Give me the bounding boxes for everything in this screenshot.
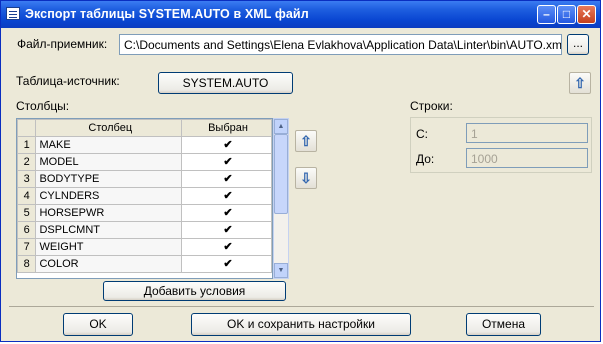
table-row[interactable]: 7 WEIGHT ✔ bbox=[17, 238, 272, 256]
selected-checkbox[interactable]: ✔ bbox=[223, 174, 234, 185]
arrow-up-icon[interactable]: ⇧ bbox=[569, 72, 591, 94]
row-column-name[interactable]: HORSEPWR bbox=[35, 204, 183, 222]
cancel-button[interactable]: Отмена bbox=[466, 313, 541, 336]
rows-label: Строки: bbox=[410, 99, 453, 113]
selected-checkbox[interactable]: ✔ bbox=[223, 208, 234, 219]
row-index: 7 bbox=[17, 238, 37, 256]
row-selected-cell: ✔ bbox=[181, 136, 272, 154]
from-label: С: bbox=[416, 127, 428, 141]
selected-checkbox[interactable]: ✔ bbox=[223, 242, 234, 253]
selected-checkbox[interactable]: ✔ bbox=[223, 225, 234, 236]
move-up-button[interactable]: ⇧ bbox=[295, 130, 317, 152]
row-selected-cell: ✔ bbox=[181, 221, 272, 239]
table-row[interactable]: 6 DSPLCMNT ✔ bbox=[17, 221, 272, 239]
scroll-up-icon[interactable]: ▲ bbox=[274, 119, 288, 134]
grid-body: 1 MAKE ✔ 2 MODEL ✔ 3 BODYTYPE ✔ 4 CYLNDERS ✔ 5 HORSEP… bbox=[17, 136, 272, 273]
selected-checkbox[interactable]: ✔ bbox=[223, 140, 234, 151]
close-button[interactable]: ✕ bbox=[577, 5, 596, 24]
minimize-button[interactable]: – bbox=[537, 5, 556, 24]
columns-grid: Столбец Выбран 1 MAKE ✔ 2 MODEL ✔ 3 BODYTYPE ✔ 4 C… bbox=[16, 118, 273, 279]
row-index: 2 bbox=[17, 153, 37, 171]
ok-button[interactable]: OK bbox=[63, 313, 133, 336]
grid-header-column[interactable]: Столбец bbox=[35, 119, 183, 137]
row-index: 4 bbox=[17, 187, 37, 205]
row-column-name[interactable]: MODEL bbox=[35, 153, 183, 171]
row-selected-cell: ✔ bbox=[181, 170, 272, 188]
table-row[interactable]: 2 MODEL ✔ bbox=[17, 153, 272, 171]
table-row[interactable]: 5 HORSEPWR ✔ bbox=[17, 204, 272, 222]
file-path-field[interactable]: C:\Documents and Settings\Elena Evlakhov… bbox=[119, 34, 562, 55]
row-index: 8 bbox=[17, 255, 37, 273]
grid-scrollbar[interactable]: ▲ ▼ bbox=[273, 118, 289, 279]
row-selected-cell: ✔ bbox=[181, 153, 272, 171]
maximize-button[interactable]: □ bbox=[557, 5, 576, 24]
grid-header-index bbox=[17, 119, 37, 137]
row-selected-cell: ✔ bbox=[181, 238, 272, 256]
row-column-name[interactable]: BODYTYPE bbox=[35, 170, 183, 188]
row-selected-cell: ✔ bbox=[181, 187, 272, 205]
row-selected-cell: ✔ bbox=[181, 204, 272, 222]
to-input[interactable]: 1000 bbox=[466, 148, 588, 168]
row-column-name[interactable]: COLOR bbox=[35, 255, 183, 273]
row-index: 6 bbox=[17, 221, 37, 239]
table-row[interactable]: 3 BODYTYPE ✔ bbox=[17, 170, 272, 188]
to-label: До: bbox=[416, 152, 435, 166]
add-conditions-button[interactable]: Добавить условия bbox=[103, 281, 286, 301]
scroll-thumb[interactable] bbox=[274, 134, 288, 214]
source-table-button[interactable]: SYSTEM.AUTO bbox=[158, 72, 293, 94]
ok-save-button[interactable]: OK и сохранить настройки bbox=[191, 313, 411, 336]
grid-header-selected[interactable]: Выбран bbox=[181, 119, 272, 137]
window-title: Экспорт таблицы SYSTEM.AUTO в XML файл bbox=[25, 7, 309, 21]
browse-button[interactable]: ... bbox=[567, 34, 589, 55]
row-column-name[interactable]: DSPLCMNT bbox=[35, 221, 183, 239]
selected-checkbox[interactable]: ✔ bbox=[223, 259, 234, 270]
source-table-label: Таблица-источник: bbox=[16, 74, 120, 88]
selected-checkbox[interactable]: ✔ bbox=[223, 157, 234, 168]
row-index: 5 bbox=[17, 204, 37, 222]
from-input[interactable]: 1 bbox=[466, 123, 588, 143]
scroll-down-icon[interactable]: ▼ bbox=[274, 263, 288, 278]
row-selected-cell: ✔ bbox=[181, 255, 272, 273]
row-column-name[interactable]: MAKE bbox=[35, 136, 183, 154]
export-dialog: Экспорт таблицы SYSTEM.AUTO в XML файл –… bbox=[0, 0, 601, 342]
table-icon bbox=[6, 7, 20, 20]
columns-label: Столбцы: bbox=[16, 99, 70, 113]
title-bar[interactable]: Экспорт таблицы SYSTEM.AUTO в XML файл –… bbox=[1, 1, 600, 28]
row-column-name[interactable]: WEIGHT bbox=[35, 238, 183, 256]
row-column-name[interactable]: CYLNDERS bbox=[35, 187, 183, 205]
table-row[interactable]: 1 MAKE ✔ bbox=[17, 136, 272, 154]
move-down-button[interactable]: ⇩ bbox=[295, 167, 317, 189]
row-index: 1 bbox=[17, 136, 37, 154]
table-row[interactable]: 4 CYLNDERS ✔ bbox=[17, 187, 272, 205]
selected-checkbox[interactable]: ✔ bbox=[223, 191, 234, 202]
row-index: 3 bbox=[17, 170, 37, 188]
file-target-label: Файл-приемник: bbox=[17, 37, 108, 51]
grid-header-row: Столбец Выбран bbox=[17, 119, 272, 137]
table-row[interactable]: 8 COLOR ✔ bbox=[17, 255, 272, 273]
